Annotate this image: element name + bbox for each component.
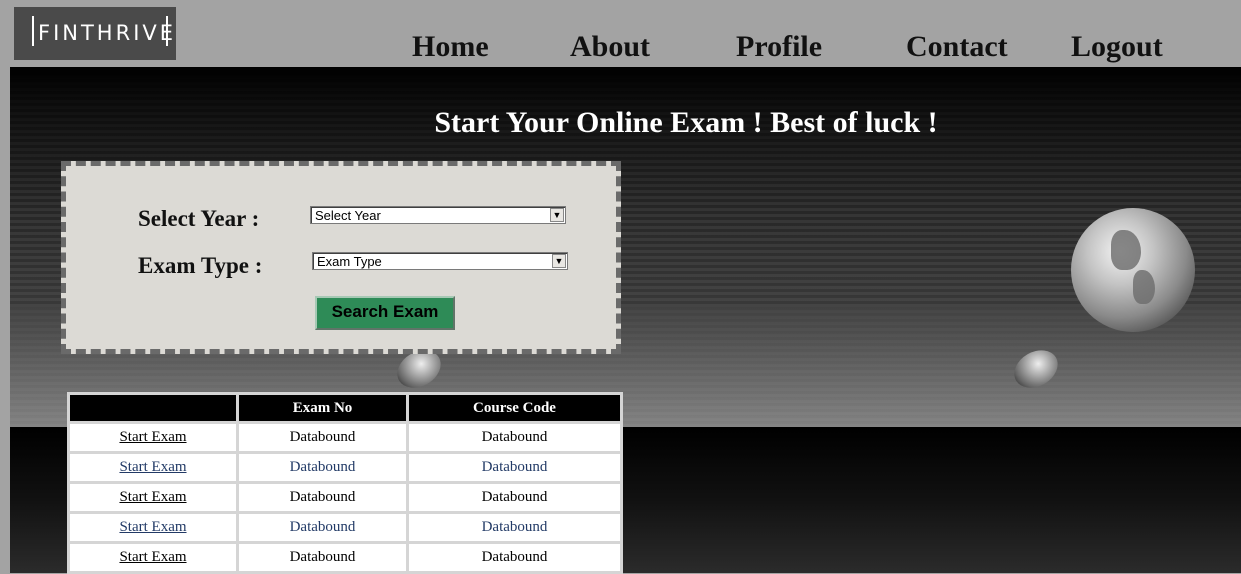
table-row: Start Exam Databound Databound [70,544,620,571]
nav-home-link[interactable]: Home [412,30,489,64]
exam-no-cell: Databound [239,454,406,481]
search-exam-button[interactable]: Search Exam [315,296,455,330]
exam-no-cell: Databound [239,424,406,451]
action-cell: Start Exam [70,484,236,511]
exam-no-cell: Databound [239,514,406,541]
course-code-cell: Databound [409,424,620,451]
table-row: Start Exam Databound Databound [70,424,620,451]
nav-profile-link[interactable]: Profile [736,30,822,64]
exam-search-panel: Select Year : Select Year ▼ Exam Type : … [61,161,621,354]
table-header-row: Exam No Course Code [70,395,620,421]
action-cell: Start Exam [70,514,236,541]
table-row: Start Exam Databound Databound [70,454,620,481]
globe-land-shape [1111,230,1141,270]
start-exam-link[interactable]: Start Exam [119,489,186,505]
globe-icon [1071,208,1195,332]
exam-type-label: Exam Type : [138,253,263,278]
nav-logout-link[interactable]: Logout [1071,30,1163,64]
exam-table: Exam No Course Code Start Exam Databound… [67,392,623,574]
start-exam-link[interactable]: Start Exam [119,459,186,475]
course-code-cell: Databound [409,544,620,571]
select-year-label: Select Year : [138,206,260,231]
course-code-cell: Databound [409,514,620,541]
globe-land-shape [1133,270,1155,304]
table-row: Start Exam Databound Databound [70,514,620,541]
top-nav: Home About Profile Contact Logout [0,30,1241,66]
exam-type-select-value: Exam Type [317,254,382,269]
column-header-action [70,395,236,421]
year-select[interactable]: Select Year ▼ [310,206,566,224]
exam-no-cell: Databound [239,544,406,571]
nav-contact-link[interactable]: Contact [906,30,1008,64]
course-code-cell: Databound [409,454,620,481]
course-code-cell: Databound [409,484,620,511]
action-cell: Start Exam [70,424,236,451]
column-header-exam-no: Exam No [239,395,406,421]
start-exam-link[interactable]: Start Exam [119,519,186,535]
start-exam-link[interactable]: Start Exam [119,549,186,565]
exam-no-cell: Databound [239,484,406,511]
action-cell: Start Exam [70,454,236,481]
chevron-down-icon[interactable]: ▼ [550,208,564,222]
exam-type-select[interactable]: Exam Type ▼ [312,252,568,270]
year-select-value: Select Year [315,208,381,223]
action-cell: Start Exam [70,544,236,571]
table-row: Start Exam Databound Databound [70,484,620,511]
nav-about-link[interactable]: About [570,30,650,64]
chevron-down-icon[interactable]: ▼ [552,254,566,268]
column-header-course-code: Course Code [409,395,620,421]
page-headline: Start Your Online Exam ! Best of luck ! [434,106,938,139]
start-exam-link[interactable]: Start Exam [119,429,186,445]
